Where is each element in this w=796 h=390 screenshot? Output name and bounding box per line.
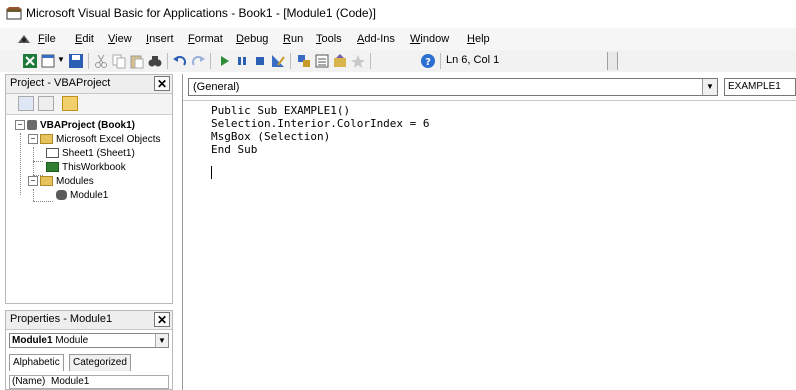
menu-add-ins[interactable]: Add-Ins (357, 33, 395, 45)
collapse-icon[interactable]: − (28, 134, 38, 145)
toolbox-icon[interactable] (350, 53, 366, 69)
project-explorer-title: Project - VBAProject (10, 77, 111, 89)
code-line-4[interactable]: End Sub (211, 143, 257, 156)
save-icon[interactable] (68, 53, 84, 69)
find-icon[interactable] (147, 53, 163, 69)
menu-tools[interactable]: Tools (316, 33, 342, 45)
menu-file[interactable]: File (38, 33, 56, 45)
menu-bar: File Edit View Insert Format Debug Run T… (0, 28, 796, 50)
menu-window[interactable]: Window (410, 33, 449, 45)
help-icon[interactable]: ? (420, 53, 436, 69)
tab-categorized[interactable]: Categorized (69, 354, 131, 371)
run-icon[interactable] (216, 53, 232, 69)
project-explorer-icon[interactable] (296, 53, 312, 69)
standard-toolbar: ▼ ? Ln 6, Col 1 (0, 50, 796, 72)
property-row-name[interactable]: (Name) Module1 (9, 375, 169, 389)
design-mode-icon[interactable] (270, 53, 286, 69)
tree-node-sheet1[interactable]: Sheet1 (Sheet1) (46, 147, 135, 161)
cut-icon[interactable] (93, 53, 109, 69)
break-icon[interactable] (234, 53, 250, 69)
worksheet-icon (46, 148, 59, 159)
project-explorer-titlebar[interactable]: Project - VBAProject ✕ (6, 75, 172, 94)
properties-panel: Properties - Module1 ✕ Module1 Module ▼ … (5, 310, 173, 390)
redo-icon[interactable] (190, 53, 206, 69)
toolbar-options-handle[interactable] (607, 52, 618, 70)
project-explorer-toolbar (6, 94, 172, 115)
window-title: Microsoft Visual Basic for Applications … (26, 6, 376, 20)
object-combobox[interactable]: (General) ▼ (188, 78, 718, 96)
tree-node-modules[interactable]: − Modules (28, 175, 94, 189)
code-line-3[interactable]: MsgBox (Selection) (211, 130, 330, 143)
property-value[interactable]: Module1 (51, 376, 89, 388)
vba-menu-icon[interactable] (16, 31, 32, 47)
folder-icon (40, 134, 53, 145)
title-bar: Microsoft Visual Basic for Applications … (0, 0, 796, 28)
properties-object-select[interactable]: Module1 Module ▼ (9, 333, 169, 348)
chevron-down-icon[interactable]: ▼ (702, 79, 717, 95)
collapse-icon[interactable]: − (28, 176, 38, 187)
reset-icon[interactable] (252, 53, 268, 69)
menu-format[interactable]: Format (188, 33, 223, 45)
copy-icon[interactable] (111, 53, 127, 69)
menu-view[interactable]: View (108, 33, 132, 45)
paste-icon[interactable] (129, 53, 145, 69)
insert-module-icon[interactable] (40, 53, 56, 69)
cursor-position-label: Ln 6, Col 1 (446, 54, 500, 66)
properties-icon[interactable] (314, 53, 330, 69)
object-browser-icon[interactable] (332, 53, 348, 69)
property-name: (Name) (12, 376, 46, 387)
project-explorer-panel: Project - VBAProject ✕ − VBAProject (Book… (5, 74, 173, 304)
toggle-folders-icon[interactable] (62, 96, 78, 111)
view-code-icon[interactable] (18, 96, 34, 111)
code-line-1[interactable]: Public Sub EXAMPLE1() (211, 104, 350, 117)
collapse-icon[interactable]: − (15, 120, 25, 131)
vba-project-icon (27, 120, 37, 131)
tree-node-thisworkbook[interactable]: ThisWorkbook (46, 161, 126, 175)
text-caret (211, 166, 212, 179)
menu-edit[interactable]: Edit (75, 33, 94, 45)
chevron-down-icon[interactable]: ▼ (57, 55, 65, 64)
properties-title: Properties - Module1 (10, 313, 113, 325)
tree-node-module1[interactable]: Module1 (56, 189, 108, 203)
tab-alphabetic[interactable]: Alphabetic (9, 354, 64, 371)
menu-insert[interactable]: Insert (146, 33, 174, 45)
code-window: (General) ▼ EXAMPLE1 Public Sub EXAMPLE1… (182, 74, 796, 390)
close-icon[interactable]: ✕ (154, 312, 170, 327)
close-icon[interactable]: ✕ (154, 76, 170, 91)
view-object-icon[interactable] (38, 96, 54, 111)
module-icon (56, 190, 67, 201)
workbook-icon (46, 162, 59, 173)
excel-view-icon[interactable] (22, 53, 38, 69)
svg-text:?: ? (425, 57, 431, 68)
folder-icon (40, 176, 53, 187)
menu-run[interactable]: Run (283, 33, 303, 45)
menu-debug[interactable]: Debug (236, 33, 268, 45)
undo-icon[interactable] (172, 53, 188, 69)
procedure-combobox[interactable]: EXAMPLE1 (724, 78, 796, 96)
properties-titlebar[interactable]: Properties - Module1 ✕ (6, 311, 172, 330)
code-header-divider (183, 100, 796, 101)
menu-help[interactable]: Help (467, 33, 490, 45)
code-line-2[interactable]: Selection.Interior.ColorIndex = 6 (211, 117, 430, 130)
chevron-down-icon[interactable]: ▼ (155, 334, 168, 347)
tree-node-vbaproject[interactable]: − VBAProject (Book1) (15, 119, 135, 133)
vba-app-icon (6, 7, 22, 20)
tree-node-excel-objects[interactable]: − Microsoft Excel Objects (28, 133, 160, 147)
